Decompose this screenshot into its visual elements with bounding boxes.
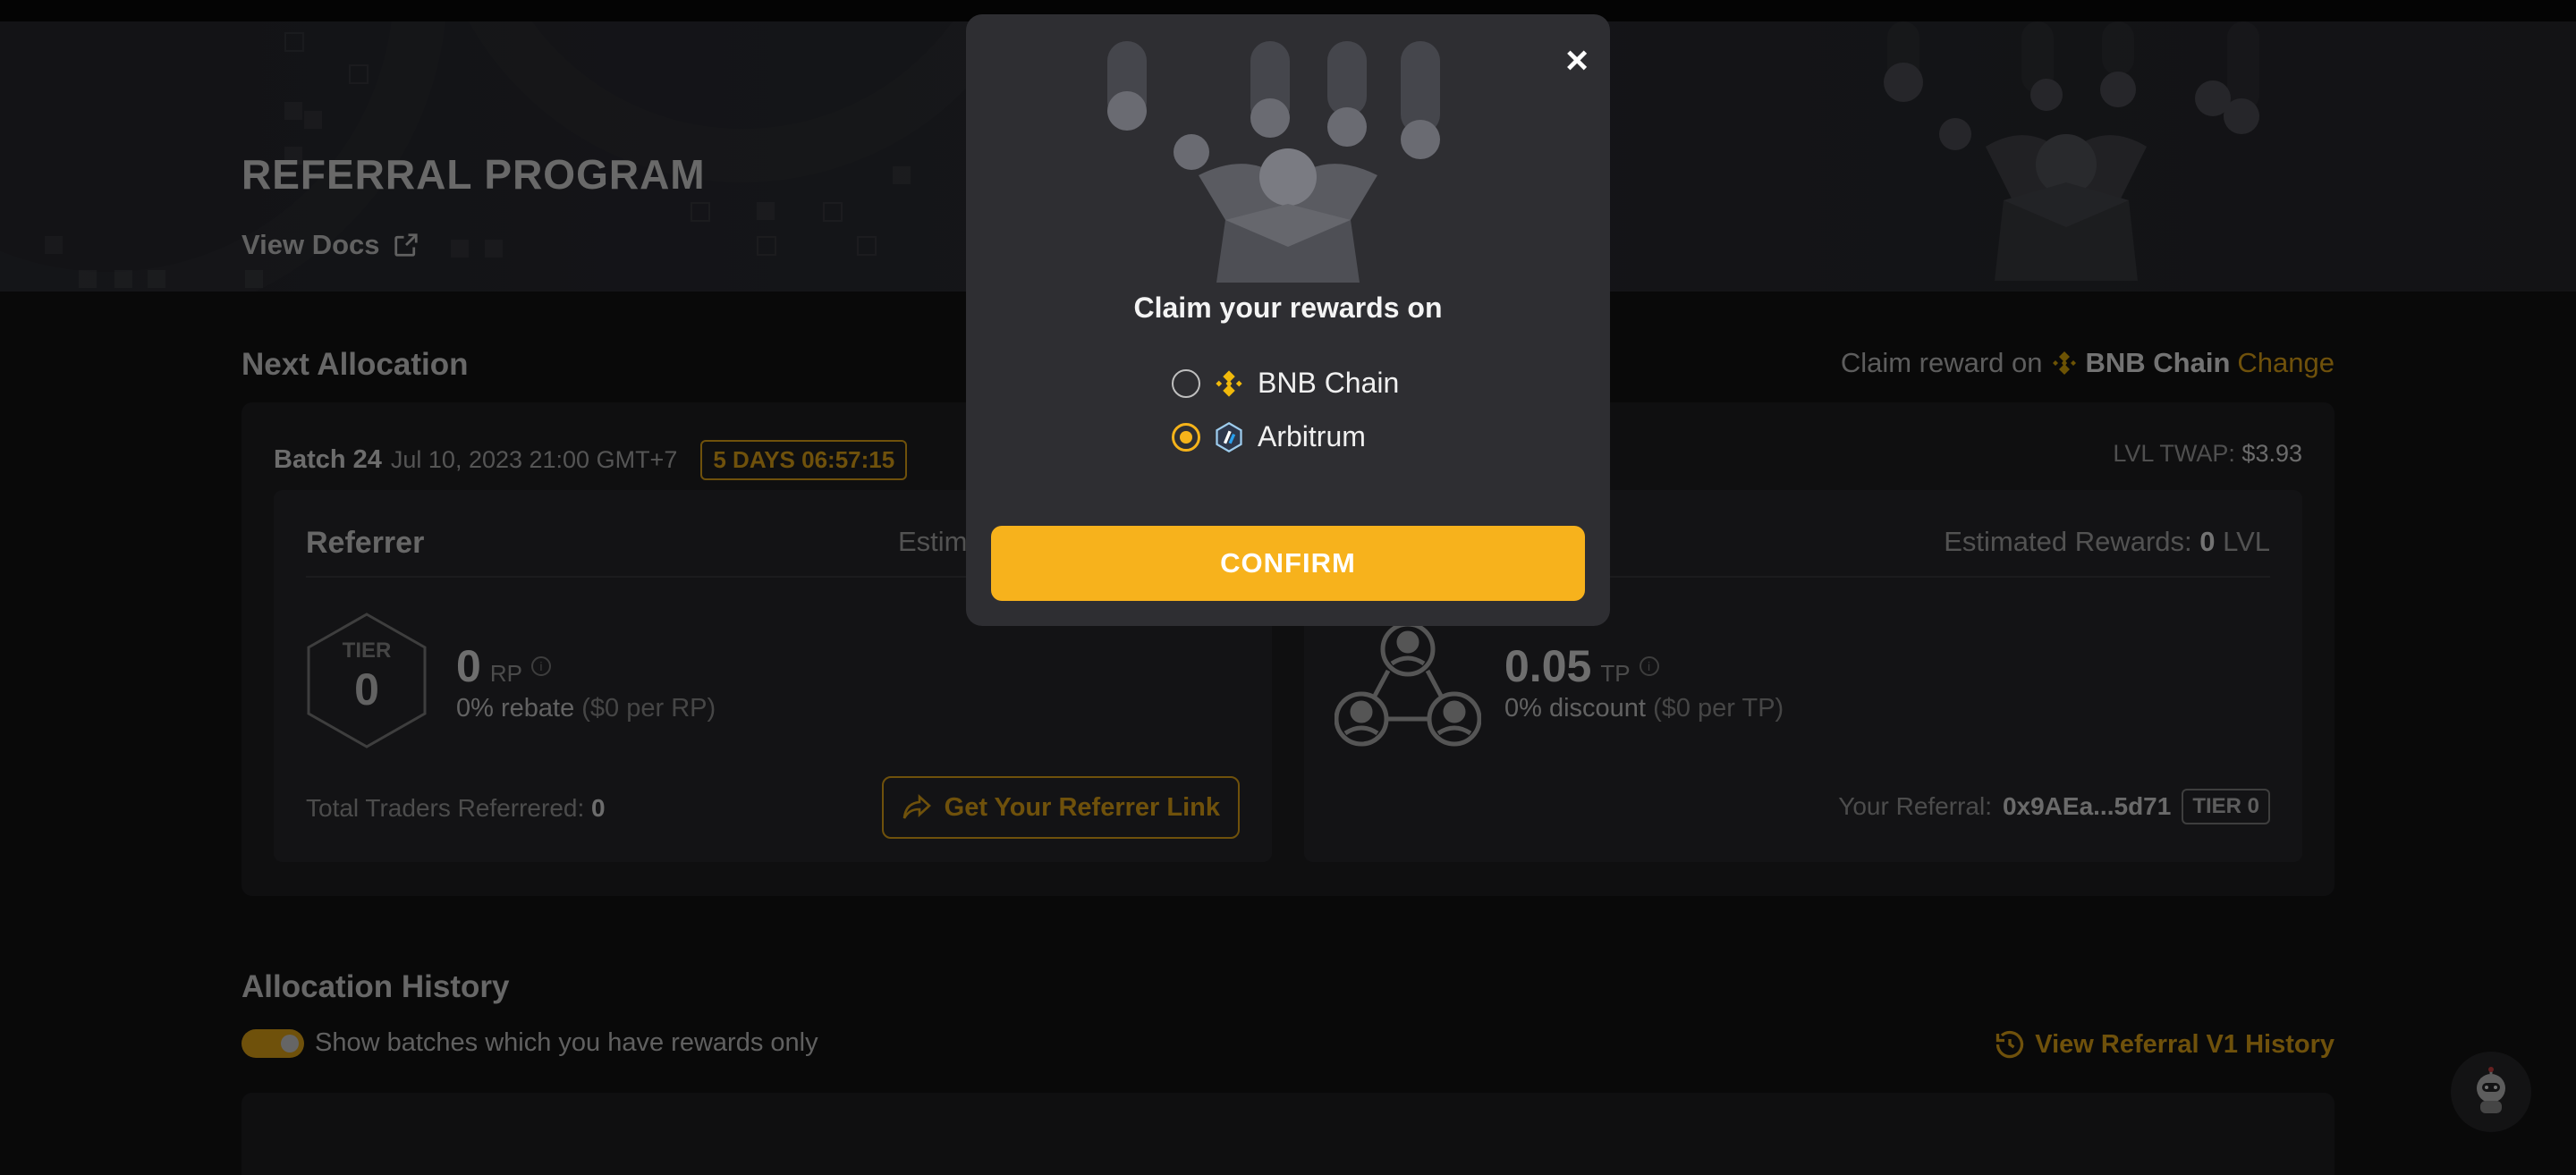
- support-bot-button[interactable]: [2451, 1052, 2531, 1132]
- twap-value: $3.93: [2241, 440, 2302, 467]
- tp-value: 0.05: [1504, 641, 1592, 691]
- reward-box-illustration: [1107, 41, 1440, 283]
- your-referral-value[interactable]: 0x9AEa...5d71: [2003, 792, 2171, 821]
- share-icon: [902, 794, 931, 819]
- history-table-card: [242, 1093, 2334, 1175]
- option-bnb-chain[interactable]: BNB Chain: [1172, 367, 1399, 400]
- rebate-rate: 0% rebate: [456, 694, 575, 723]
- twap-label: LVL TWAP:: [2113, 440, 2235, 467]
- your-referral-label: Your Referral:: [1838, 792, 1992, 820]
- claim-reward-on: Claim reward on BNB Chain Change: [1841, 347, 2334, 379]
- info-icon[interactable]: i: [530, 656, 551, 676]
- get-referrer-link-label: Get Your Referrer Link: [944, 792, 1220, 822]
- trader-points: 0.05 TP i: [1504, 640, 1659, 692]
- option-arbitrum-label: Arbitrum: [1258, 420, 1366, 452]
- tier-badge: TIER 0: [2182, 789, 2270, 824]
- claim-chain-modal: × Claim your rewards on BNB Chain Arbitr…: [966, 14, 1610, 626]
- tier-value: 0: [354, 664, 379, 714]
- rebate-detail: ($0 per RP): [581, 694, 716, 723]
- trader-est-rewards: Estimated Rewards: 0 LVL: [1944, 526, 2270, 558]
- bnb-chain-icon: [1216, 369, 1242, 397]
- total-traders: Total Traders Referrered: 0: [306, 794, 606, 823]
- trader-rate: 0% discount ($0 per TP): [1504, 694, 1784, 723]
- discount-detail: ($0 per TP): [1653, 694, 1784, 723]
- next-allocation-title: Next Allocation: [242, 347, 469, 382]
- lvl-twap: LVL TWAP: $3.93: [2113, 440, 2302, 468]
- referrer-rate: 0% rebate ($0 per RP): [456, 694, 716, 723]
- rewards-only-toggle-row: Show batches which you have rewards only: [242, 1028, 818, 1058]
- arbitrum-icon: [1216, 421, 1242, 452]
- toggle-label: Show batches which you have rewards only: [315, 1028, 818, 1057]
- batch-date: Jul 10, 2023 21:00 GMT+7: [390, 446, 678, 473]
- claim-chain: BNB Chain: [2085, 347, 2231, 378]
- batch-row: Batch 24 Jul 10, 2023 21:00 GMT+7 5 DAYS…: [274, 440, 908, 480]
- referral-network-icon: [1335, 621, 1481, 747]
- view-v1-history-link[interactable]: View Referral V1 History: [1994, 1028, 2334, 1061]
- discount-rate: 0% discount: [1504, 694, 1646, 723]
- tier-label: TIER: [342, 638, 392, 663]
- option-bnb-label: BNB Chain: [1258, 367, 1400, 399]
- close-icon[interactable]: ×: [1565, 41, 1589, 80]
- view-docs-label: View Docs: [242, 229, 380, 260]
- trader-est-unit: LVL: [2223, 526, 2270, 557]
- batch-number: Batch 24: [274, 445, 382, 474]
- total-traders-value: 0: [591, 794, 606, 822]
- tp-unit: TP: [1600, 660, 1631, 687]
- allocation-history-title: Allocation History: [242, 969, 510, 1004]
- bnb-chain-icon: [2052, 351, 2076, 375]
- radio-bnb-chain[interactable]: [1172, 368, 1200, 398]
- robot-icon: [2477, 1067, 2505, 1113]
- rewards-only-toggle[interactable]: [242, 1028, 304, 1058]
- rp-unit: RP: [489, 660, 522, 687]
- total-traders-label: Total Traders Referrered:: [306, 794, 585, 822]
- confirm-button[interactable]: CONFIRM: [991, 526, 1585, 601]
- claim-prefix: Claim reward on: [1840, 347, 2043, 378]
- reward-box-illustration: [1884, 21, 2259, 281]
- info-icon[interactable]: i: [1639, 656, 1659, 676]
- trader-est-label: Estimated Rewards:: [1944, 526, 2192, 557]
- page-title: REFERRAL PROGRAM: [242, 151, 706, 198]
- your-referral: Your Referral: 0x9AEa...5d71 TIER 0: [1838, 789, 2270, 824]
- get-referrer-link-button[interactable]: Get Your Referrer Link: [881, 776, 1240, 839]
- change-chain-link[interactable]: Change: [2237, 347, 2334, 379]
- radio-arbitrum[interactable]: [1172, 422, 1200, 452]
- referrer-points: 0 RP i: [456, 640, 551, 692]
- option-arbitrum[interactable]: Arbitrum: [1172, 420, 1366, 453]
- countdown-badge: 5 DAYS 06:57:15: [700, 440, 908, 480]
- trader-est-value: 0: [2199, 526, 2216, 557]
- tier-hexagon: TIER 0: [306, 612, 428, 749]
- rp-value: 0: [456, 641, 481, 691]
- history-icon: [1996, 1030, 2024, 1059]
- view-docs-link[interactable]: View Docs: [242, 229, 419, 261]
- modal-heading: Claim your rewards on: [1133, 292, 1443, 324]
- external-link-icon: [394, 233, 418, 257]
- v1-history-label: View Referral V1 History: [2035, 1029, 2334, 1059]
